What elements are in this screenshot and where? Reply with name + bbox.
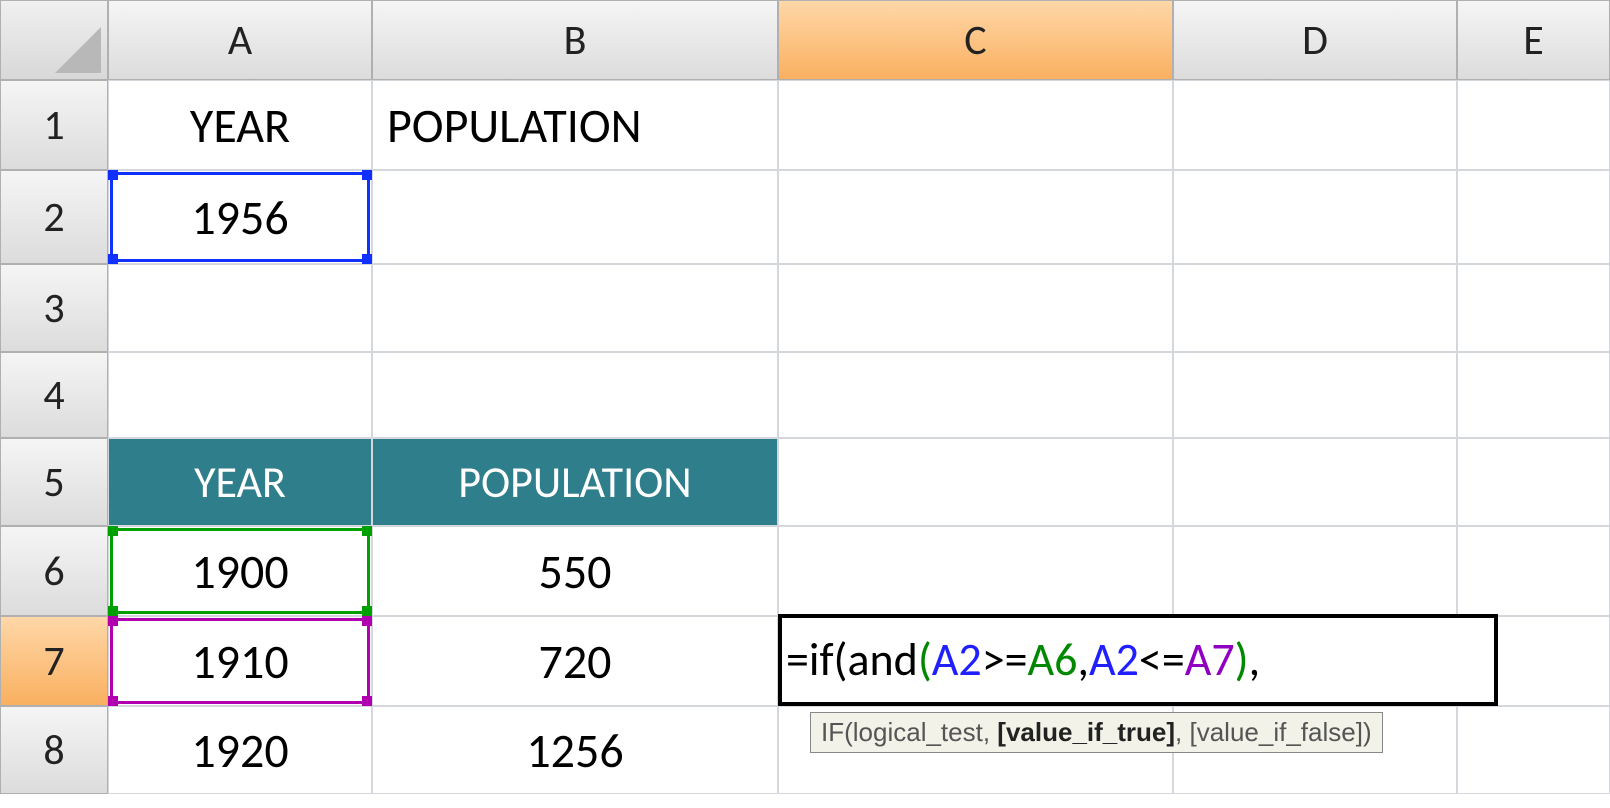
cell-A8[interactable]: 1920 (108, 706, 372, 794)
cell-A5[interactable]: YEAR (108, 438, 372, 526)
formula-ref-A2-b: A2 (1089, 632, 1139, 688)
cell-D6[interactable] (1173, 526, 1457, 616)
cell-A4[interactable] (108, 352, 372, 438)
formula-ref-A6: A6 (1028, 632, 1078, 688)
row-header-3[interactable]: 3 (0, 264, 108, 352)
cell-D4[interactable] (1173, 352, 1457, 438)
function-tooltip[interactable]: IF(logical_test, [value_if_true], [value… (810, 712, 1383, 753)
formula-op-lte: <= (1139, 632, 1185, 688)
cell-B2[interactable] (372, 170, 778, 264)
tooltip-close: ) (1363, 717, 1372, 747)
col-header-E[interactable]: E (1457, 0, 1610, 80)
tooltip-arg2[interactable]: [value_if_true] (997, 717, 1175, 747)
cell-B5[interactable]: POPULATION (372, 438, 778, 526)
cell-E1[interactable] (1457, 80, 1610, 170)
col-header-A[interactable]: A (108, 0, 372, 80)
cell-C6[interactable] (778, 526, 1173, 616)
cell-E4[interactable] (1457, 352, 1610, 438)
formula-text-paren-open: ( (918, 632, 932, 688)
cell-C4[interactable] (778, 352, 1173, 438)
cell-B6[interactable]: 550 (372, 526, 778, 616)
cell-E5[interactable] (1457, 438, 1610, 526)
tooltip-fn: IF( (821, 717, 853, 747)
row-header-4[interactable]: 4 (0, 352, 108, 438)
tooltip-c2: , (1175, 717, 1189, 747)
formula-text-prefix: =if(and (786, 632, 918, 688)
cell-E6[interactable] (1457, 526, 1610, 616)
cell-B7[interactable]: 720 (372, 616, 778, 706)
cell-A1[interactable]: YEAR (108, 80, 372, 170)
row-header-6[interactable]: 6 (0, 526, 108, 616)
formula-sep1: , (1077, 632, 1088, 688)
col-header-D[interactable]: D (1173, 0, 1457, 80)
row-header-8[interactable]: 8 (0, 706, 108, 794)
cell-C2[interactable] (778, 170, 1173, 264)
cell-B3[interactable] (372, 264, 778, 352)
formula-text-paren-close: ) (1235, 632, 1249, 688)
cell-B4[interactable] (372, 352, 778, 438)
row-header-5[interactable]: 5 (0, 438, 108, 526)
tooltip-c1: , (983, 717, 997, 747)
formula-ref-A2-a: A2 (932, 632, 982, 688)
cell-D3[interactable] (1173, 264, 1457, 352)
cell-D2[interactable] (1173, 170, 1457, 264)
cell-C1[interactable] (778, 80, 1173, 170)
row-header-2[interactable]: 2 (0, 170, 108, 264)
formula-ref-A7: A7 (1185, 632, 1235, 688)
cell-D5[interactable] (1173, 438, 1457, 526)
col-header-C[interactable]: C (778, 0, 1173, 80)
cell-B1[interactable]: POPULATION (372, 80, 778, 170)
cell-E8[interactable] (1457, 706, 1610, 794)
cell-A2[interactable]: 1956 (108, 170, 372, 264)
cell-B8[interactable]: 1256 (372, 706, 778, 794)
cell-A3[interactable] (108, 264, 372, 352)
tooltip-arg1[interactable]: logical_test (853, 717, 983, 747)
cell-D1[interactable] (1173, 80, 1457, 170)
cell-A6[interactable]: 1900 (108, 526, 372, 616)
formula-edit-cell[interactable]: =if(and ( A2 >= A6 , A2 <= A7 ) , (778, 614, 1498, 706)
cell-C5[interactable] (778, 438, 1173, 526)
cell-E3[interactable] (1457, 264, 1610, 352)
row-header-1[interactable]: 1 (0, 80, 108, 170)
formula-op-gte: >= (982, 632, 1028, 688)
select-all-corner[interactable] (0, 0, 108, 80)
row-header-7[interactable]: 7 (0, 616, 108, 706)
formula-tail-comma: , (1249, 632, 1260, 688)
cell-A7[interactable]: 1910 (108, 616, 372, 706)
col-header-B[interactable]: B (372, 0, 778, 80)
tooltip-arg3[interactable]: [value_if_false] (1189, 717, 1362, 747)
cell-C3[interactable] (778, 264, 1173, 352)
cell-E2[interactable] (1457, 170, 1610, 264)
